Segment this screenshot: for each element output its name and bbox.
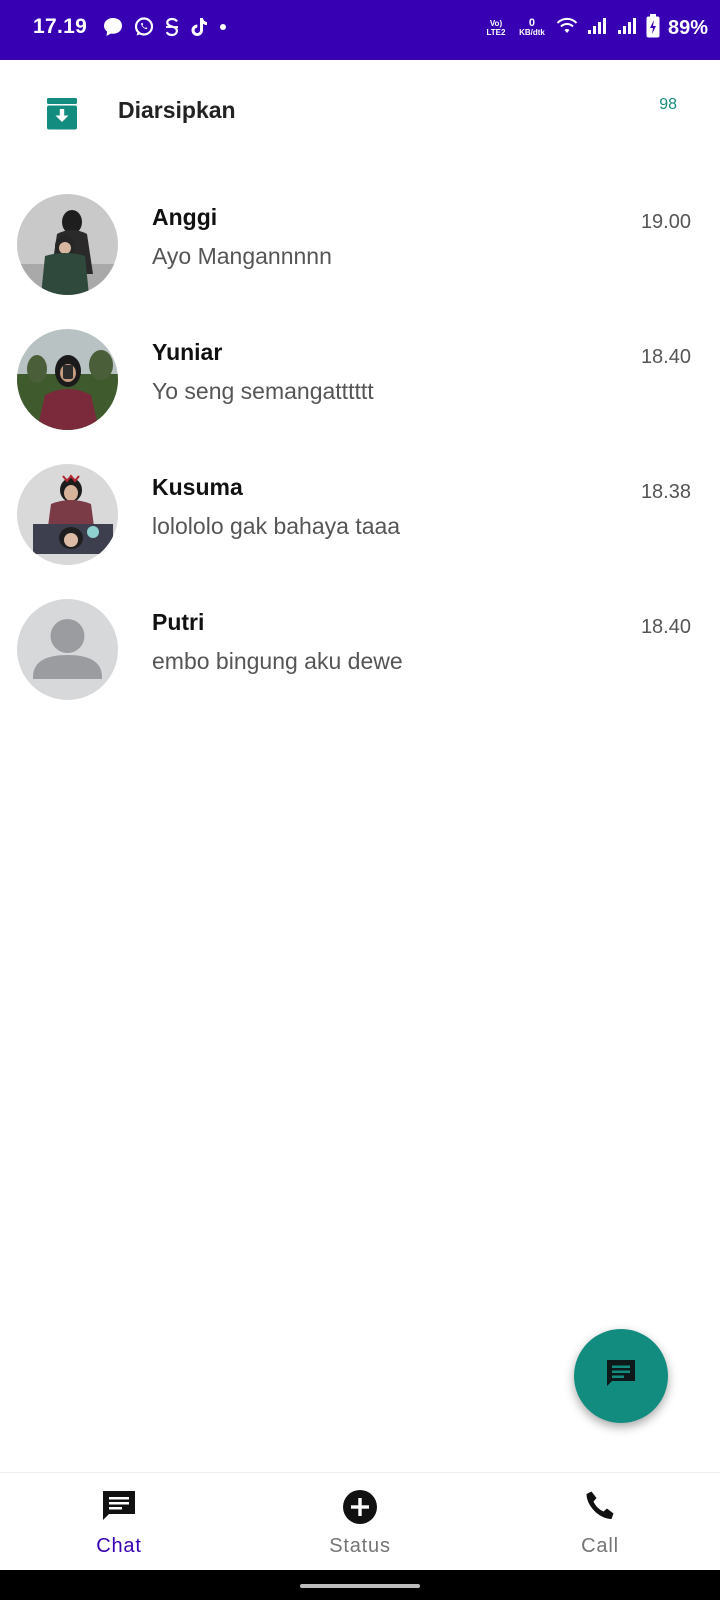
status-bar: 17.19 Vo) LTE2 0 KB/dtk 89% — [0, 0, 720, 60]
avatar — [17, 464, 118, 565]
data-speed-unit: KB/dtk — [519, 28, 545, 37]
chat-item-yuniar[interactable]: Yuniar Yo seng semangatttttt 18.40 — [0, 323, 720, 458]
archive-label: Diarsipkan — [118, 97, 236, 123]
chat-item-kusuma[interactable]: Kusuma lolololo gak bahaya taaa 18.38 — [0, 458, 720, 593]
tiktok-icon — [189, 16, 209, 38]
chat-item-putri[interactable]: Putri embo bingung aku dewe 18.40 — [0, 593, 720, 728]
nav-chat[interactable]: Chat — [39, 1473, 199, 1571]
signal-icon — [586, 16, 608, 41]
chat-last-message: Ayo Mangannnnn — [152, 243, 332, 269]
whatsapp-icon — [133, 16, 155, 38]
battery-icon — [646, 13, 660, 43]
nav-call-label: Call — [581, 1535, 619, 1557]
nav-status-label: Status — [329, 1535, 391, 1557]
more-notifications-dot — [218, 16, 228, 38]
chat-last-message: Yo seng semangatttttt — [152, 378, 374, 404]
chat-time: 18.40 — [640, 346, 691, 368]
nav-chat-label: Chat — [96, 1535, 142, 1557]
avatar — [17, 329, 118, 430]
bottom-navigation: Chat Status Call — [0, 1472, 720, 1571]
network-type: Vo) LTE2 — [486, 19, 506, 37]
wifi-icon — [556, 16, 578, 41]
chat-name: Putri — [152, 609, 205, 635]
new-chat-icon — [603, 1356, 639, 1397]
chat-last-message: lolololo gak bahaya taaa — [152, 513, 401, 539]
chat-last-message: embo bingung aku dewe — [152, 648, 403, 674]
chat-item-anggi[interactable]: Anggi Ayo Mangannnnn 19.00 — [0, 188, 720, 323]
status-indicators: Vo) LTE2 0 KB/dtk 89% — [484, 13, 708, 43]
status-time: 17.19 — [33, 15, 88, 38]
nav-call[interactable]: Call — [520, 1473, 680, 1571]
signal-icon-2 — [616, 16, 638, 41]
chat-name: Kusuma — [152, 474, 243, 500]
chat-time: 19.00 — [640, 211, 691, 233]
chat-time: 18.40 — [640, 616, 691, 638]
phone-icon — [582, 1489, 618, 1530]
chat-name: Anggi — [152, 204, 218, 230]
chat-time: 18.38 — [640, 481, 691, 503]
gesture-handle[interactable] — [300, 1584, 420, 1588]
system-gesture-bar — [0, 1570, 720, 1600]
archive-count: 98 — [659, 96, 677, 113]
avatar — [17, 194, 118, 295]
new-chat-button[interactable] — [574, 1329, 668, 1423]
notification-icons — [102, 15, 228, 39]
data-speed: 0 KB/dtk — [516, 18, 548, 38]
chat-list: Anggi Ayo Mangannnnn 19.00 Yuniar Yo sen… — [0, 188, 720, 728]
battery-percent: 89% — [667, 16, 708, 39]
status-add-icon — [342, 1489, 378, 1530]
s-icon — [164, 16, 180, 38]
chat-name: Yuniar — [152, 339, 223, 365]
archived-chats-row[interactable]: Diarsipkan 98 — [0, 60, 720, 164]
archive-icon — [46, 97, 78, 136]
chat-icon — [101, 1489, 137, 1530]
message-icon — [102, 16, 124, 38]
default-avatar-icon — [17, 599, 118, 700]
nav-status[interactable]: Status — [280, 1473, 440, 1571]
